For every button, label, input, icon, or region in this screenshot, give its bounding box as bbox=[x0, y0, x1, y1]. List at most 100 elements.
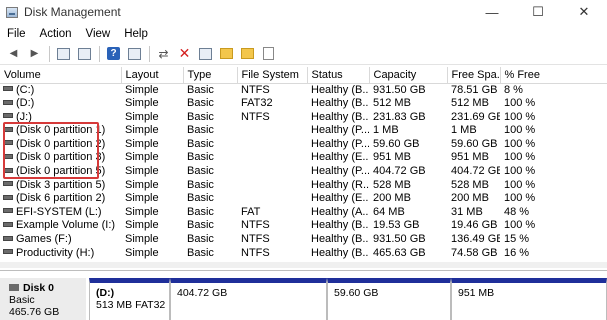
disk0-partition-4[interactable]: 951 MB bbox=[451, 278, 607, 320]
volume-name: Example Volume (I:) bbox=[16, 219, 116, 232]
connect-button[interactable]: ⇄ bbox=[155, 45, 172, 62]
cell-type: Basic bbox=[187, 110, 214, 123]
partition-info: 404.72 GB bbox=[177, 287, 228, 299]
cell-percent-free: 48 % bbox=[504, 205, 530, 218]
cell-volume: (C:) bbox=[0, 83, 121, 97]
horizontal-scrollbar[interactable] bbox=[0, 262, 607, 268]
volume-drive-icon bbox=[3, 126, 13, 132]
table-row[interactable]: (Disk 0 partition 2) Simple Basic Healthy (… bbox=[0, 138, 607, 152]
table-row[interactable]: (J:) Simple Basic NTFS Healthy (B... 231.83 G… bbox=[0, 111, 607, 125]
table-row[interactable]: (Disk 0 partition 5) Simple Basic Healthy (… bbox=[0, 165, 607, 179]
cell-free-space: 231.69 GB bbox=[451, 110, 500, 123]
list-view-icon bbox=[78, 47, 91, 60]
table-row[interactable]: Games (F:) Simple Basic NTFS Healthy (B... 93… bbox=[0, 233, 607, 247]
cell-volume: (Disk 6 partition 2) bbox=[0, 192, 121, 206]
volume-name: (Disk 6 partition 2) bbox=[16, 192, 106, 205]
table-row[interactable]: Productivity (H:) Simple Basic NTFS Healthy … bbox=[0, 247, 607, 261]
col-header-status[interactable]: Status bbox=[307, 67, 370, 84]
cell-layout: Simple bbox=[125, 219, 159, 232]
forward-arrow-icon: ▶ bbox=[30, 48, 39, 59]
cell-file-system: NTFS bbox=[241, 219, 270, 232]
cell-percent-free: 100 % bbox=[504, 219, 536, 232]
menu-action[interactable]: Action bbox=[33, 28, 79, 40]
explore-folder-icon bbox=[241, 48, 254, 59]
cell-file-system bbox=[237, 165, 307, 179]
volume-table: Volume Layout Type File System Status Ca… bbox=[0, 67, 607, 260]
volume-drive-icon bbox=[3, 235, 13, 241]
cell-free-space: 1 MB bbox=[451, 124, 477, 137]
toolbar: ◀ ▶ ? ⇄ ✕ bbox=[0, 43, 607, 65]
cell-percent-free: 16 % bbox=[504, 246, 530, 259]
check-button[interactable] bbox=[197, 45, 214, 62]
minimize-button[interactable]: — bbox=[469, 0, 515, 24]
document-button[interactable] bbox=[260, 45, 277, 62]
disk0-type: Basic bbox=[9, 294, 35, 306]
back-button[interactable]: ◀ bbox=[5, 45, 22, 62]
cell-capacity: 59.60 GB bbox=[373, 137, 420, 150]
table-row[interactable]: (Disk 0 partition 1) Simple Basic Healthy (… bbox=[0, 124, 607, 138]
partition-name: (D:) bbox=[96, 287, 115, 299]
menu-file[interactable]: File bbox=[0, 28, 33, 40]
cell-volume: (J:) bbox=[0, 111, 121, 125]
cell-volume: Games (F:) bbox=[0, 233, 121, 247]
cell-file-system: NTFS bbox=[241, 110, 270, 123]
cell-type: Basic bbox=[187, 137, 214, 150]
disk0-partition-2[interactable]: 404.72 GB bbox=[170, 278, 327, 320]
col-header-percent-free[interactable]: % Free bbox=[500, 67, 607, 84]
col-header-capacity[interactable]: Capacity bbox=[369, 67, 448, 84]
volume-name: (Disk 3 partition 5) bbox=[16, 178, 106, 191]
cell-type: Basic bbox=[187, 246, 214, 259]
disk0-partitions: (D:) 513 MB FAT32 404.72 GB 59.60 GB 951… bbox=[89, 278, 607, 320]
cell-volume: Example Volume (I:) bbox=[0, 219, 121, 233]
col-header-volume[interactable]: Volume bbox=[0, 67, 122, 84]
cell-capacity: 404.72 GB bbox=[373, 165, 426, 178]
cell-free-space: 528 MB bbox=[451, 178, 489, 191]
disk-map: Disk 0 Basic 465.76 GB (D:) 513 MB FAT32… bbox=[0, 270, 607, 320]
explore-button[interactable] bbox=[239, 45, 256, 62]
disk0-label[interactable]: Disk 0 Basic 465.76 GB bbox=[0, 278, 86, 320]
close-button[interactable]: ✕ bbox=[561, 0, 607, 24]
cell-capacity: 19.53 GB bbox=[373, 219, 420, 232]
table-row[interactable]: (Disk 0 partition 3) Simple Basic Healthy (… bbox=[0, 151, 607, 165]
cell-file-system: FAT32 bbox=[241, 97, 273, 110]
col-header-free-space[interactable]: Free Spa... bbox=[447, 67, 501, 84]
cell-type: Basic bbox=[187, 233, 214, 246]
list-view-button[interactable] bbox=[76, 45, 93, 62]
cell-volume: Productivity (H:) bbox=[0, 247, 121, 261]
open-button[interactable] bbox=[218, 45, 235, 62]
document-icon bbox=[263, 47, 274, 60]
col-header-type[interactable]: Type bbox=[183, 67, 238, 84]
table-row[interactable]: EFI-SYSTEM (L:) Simple Basic FAT Healthy (A.… bbox=[0, 206, 607, 220]
volume-drive-icon bbox=[3, 113, 13, 119]
col-header-layout[interactable]: Layout bbox=[121, 67, 184, 84]
help-button[interactable]: ? bbox=[105, 45, 122, 62]
cell-file-system: FAT bbox=[241, 205, 261, 218]
forward-button[interactable]: ▶ bbox=[26, 45, 43, 62]
table-row[interactable]: (C:) Simple Basic NTFS Healthy (B... 931.50 G… bbox=[0, 83, 607, 97]
menu-view[interactable]: View bbox=[79, 28, 118, 40]
table-row[interactable]: (Disk 6 partition 2) Simple Basic Healthy (… bbox=[0, 192, 607, 206]
volume-name: (Disk 0 partition 1) bbox=[16, 124, 106, 137]
show-hide-console-tree-button[interactable] bbox=[55, 45, 72, 62]
properties-button[interactable] bbox=[126, 45, 143, 62]
col-header-file-system[interactable]: File System bbox=[237, 67, 308, 84]
window-title: Disk Management bbox=[24, 5, 121, 19]
disk0-partition-3[interactable]: 59.60 GB bbox=[327, 278, 451, 320]
cell-percent-free: 100 % bbox=[504, 165, 536, 178]
cell-status: Healthy (B... bbox=[311, 219, 369, 232]
delete-button[interactable]: ✕ bbox=[176, 45, 193, 62]
disk0-partition-d[interactable]: (D:) 513 MB FAT32 bbox=[89, 278, 170, 320]
cell-free-space: 31 MB bbox=[451, 205, 483, 218]
menu-help[interactable]: Help bbox=[117, 28, 155, 40]
cell-layout: Simple bbox=[125, 110, 159, 123]
cell-capacity: 512 MB bbox=[373, 97, 411, 110]
table-row[interactable]: (Disk 3 partition 5) Simple Basic Healthy (… bbox=[0, 179, 607, 193]
cell-status: Healthy (B... bbox=[311, 83, 369, 96]
volume-name: Productivity (H:) bbox=[16, 246, 95, 259]
maximize-button[interactable]: ☐ bbox=[515, 0, 561, 24]
table-row[interactable]: (D:) Simple Basic FAT32 Healthy (B... 512 MB 5… bbox=[0, 97, 607, 111]
table-row[interactable]: Example Volume (I:) Simple Basic NTFS Health… bbox=[0, 219, 607, 233]
toolbar-separator bbox=[49, 45, 50, 62]
volume-drive-icon bbox=[3, 181, 13, 187]
cell-status: Healthy (P... bbox=[311, 124, 369, 137]
